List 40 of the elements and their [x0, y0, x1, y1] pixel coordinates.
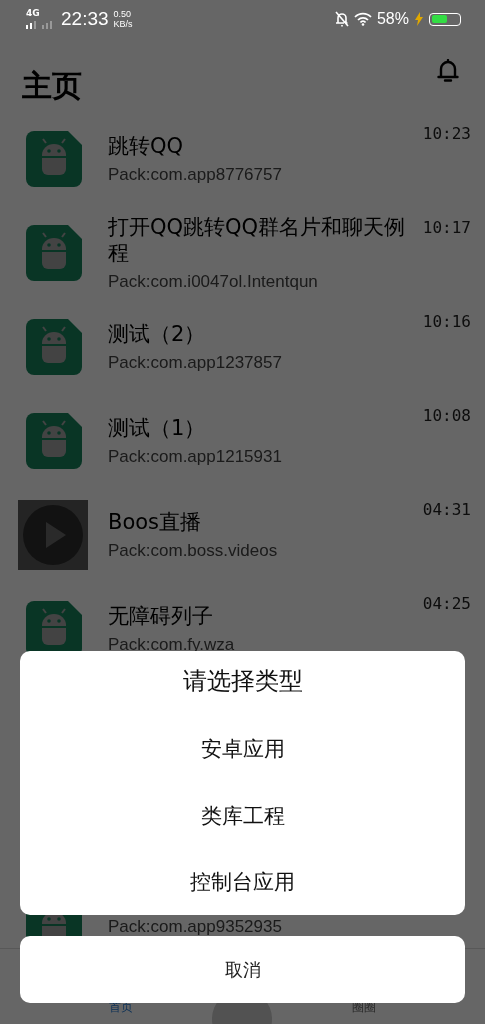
bell-icon[interactable] [437, 59, 459, 83]
play-icon [18, 500, 88, 570]
charging-icon [414, 12, 424, 26]
app-name: Boos直播 [108, 509, 203, 535]
timestamp: 04:31 [422, 500, 471, 519]
app-name: 测试（1） [108, 415, 207, 441]
battery-percent: 58% [376, 10, 409, 28]
option-item[interactable]: 安卓应用 [20, 716, 465, 783]
package-name: Pack:com.app9352935 [108, 917, 283, 937]
package-name: Pack:com.i0047ol.Intentqun [108, 272, 319, 292]
option-item[interactable]: 控制台应用 [20, 848, 465, 915]
app-name: 打开QQ跳转QQ群名片和聊天例程 [108, 214, 407, 266]
wifi-icon [353, 12, 372, 26]
page-title: 主页 [22, 66, 82, 105]
cancel-button[interactable]: 取消 [20, 936, 465, 1003]
android-app-icon [26, 319, 82, 375]
android-app-icon [26, 413, 82, 469]
package-name: Pack:com.app1237857 [108, 353, 283, 373]
option-item[interactable]: 类库工程 [20, 782, 465, 849]
timestamp: 10:16 [422, 312, 471, 331]
package-name: Pack:com.fy.wza [108, 635, 236, 655]
network-label: 4G [26, 9, 40, 18]
dialog-title: 请选择类型 [182, 666, 303, 697]
speed-unit: KB/s [113, 19, 133, 29]
package-name: Pack:com.app1215931 [108, 447, 283, 467]
android-app-icon [26, 131, 82, 187]
timestamp: 10:23 [422, 124, 471, 143]
muted-bell-icon [334, 11, 349, 27]
timestamp: 10:17 [422, 218, 471, 237]
app-name: 测试（2） [108, 321, 207, 347]
android-app-icon [26, 225, 82, 281]
timestamp: 10:08 [422, 406, 471, 425]
clock: 22:33 [61, 8, 109, 30]
battery-icon [429, 12, 461, 26]
speed-value: 0.50 [113, 9, 133, 19]
package-name: Pack:com.app8776757 [108, 165, 283, 185]
timestamp: 04:25 [422, 594, 471, 613]
app-name: 无障碍列子 [108, 603, 214, 629]
package-name: Pack:com.boss.videos [108, 541, 279, 561]
app-name: 跳转QQ [108, 133, 185, 159]
